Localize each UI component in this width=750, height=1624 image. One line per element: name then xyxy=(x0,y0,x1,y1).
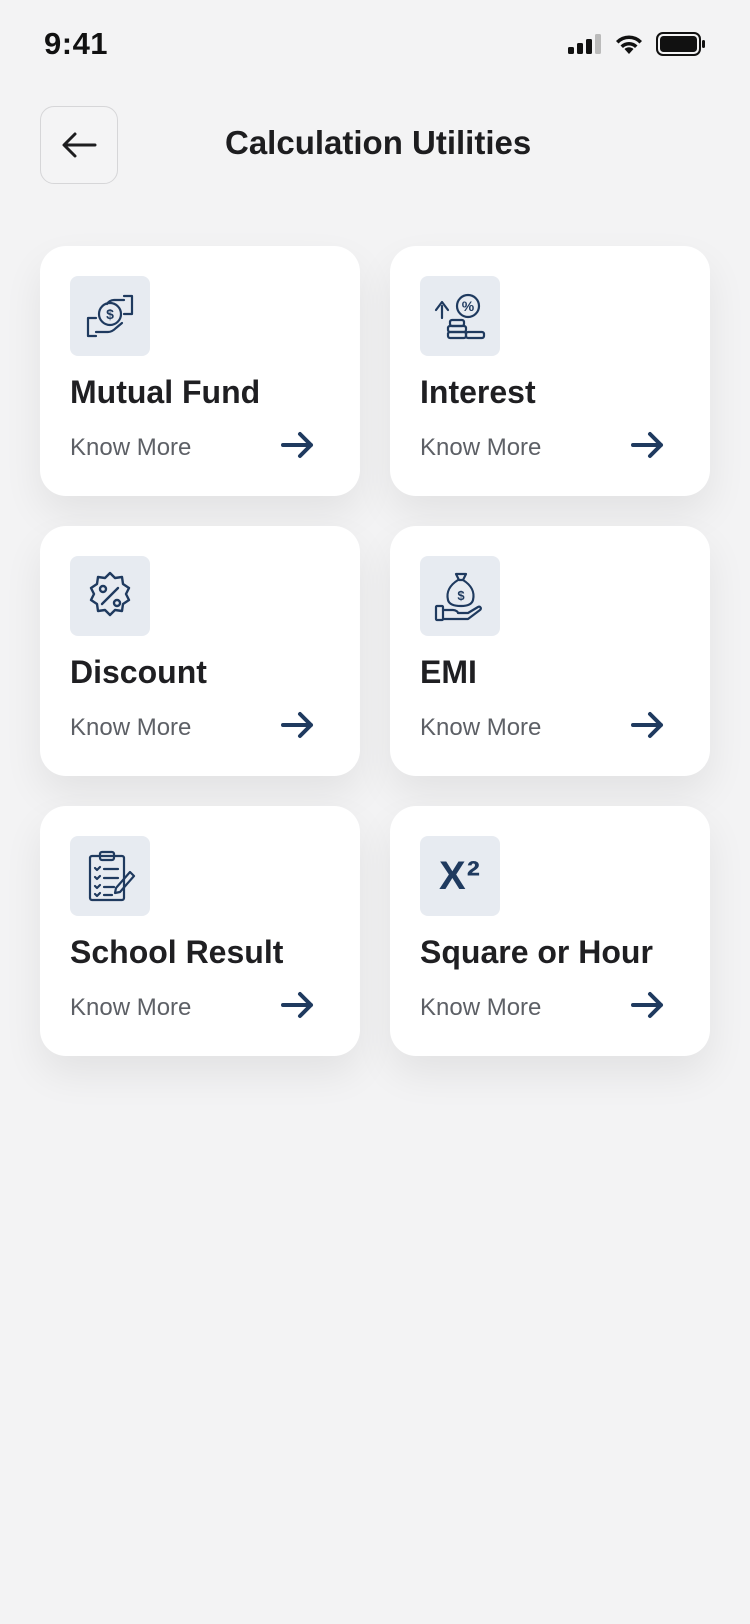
svg-text:%: % xyxy=(462,298,475,314)
battery-icon xyxy=(656,32,705,56)
card-title: School Result xyxy=(70,934,284,970)
page-title: Calculation Utilities xyxy=(225,124,532,161)
arrow-right-icon[interactable] xyxy=(630,710,666,740)
status-icons xyxy=(568,32,706,56)
header: Calculation Utilities xyxy=(0,106,750,186)
know-more-link[interactable]: Know More xyxy=(420,434,541,462)
interest-growth-icon: % xyxy=(420,276,500,356)
card-title: Mutual Fund xyxy=(70,374,261,410)
know-more-link[interactable]: Know More xyxy=(420,994,541,1022)
money-bag-hand-icon: $ xyxy=(420,556,500,636)
card-title: Interest xyxy=(420,374,536,410)
arrow-right-icon[interactable] xyxy=(280,710,316,740)
back-button[interactable] xyxy=(40,106,118,184)
card-title: Discount xyxy=(70,654,207,690)
clipboard-checklist-icon xyxy=(70,836,150,916)
discount-badge-icon xyxy=(70,556,150,636)
wifi-icon xyxy=(616,35,642,54)
card-title: EMI xyxy=(420,654,477,690)
card-emi[interactable]: $ EMI Know More xyxy=(390,526,710,776)
card-discount[interactable]: Discount Know More xyxy=(40,526,360,776)
status-time: 9:41 xyxy=(44,26,109,61)
signal-icon xyxy=(568,34,601,54)
arrow-left-icon xyxy=(62,132,97,158)
status-bar: 9:41 xyxy=(0,0,750,90)
arrow-right-icon[interactable] xyxy=(280,990,316,1020)
card-square-or-hour[interactable]: X² Square or Hour Know More xyxy=(390,806,710,1056)
know-more-link[interactable]: Know More xyxy=(70,994,191,1022)
know-more-link[interactable]: Know More xyxy=(70,434,191,462)
x-squared-glyph: X² xyxy=(439,853,481,898)
know-more-link[interactable]: Know More xyxy=(70,714,191,742)
svg-text:$: $ xyxy=(457,588,465,603)
card-interest[interactable]: % Interest Know More xyxy=(390,246,710,496)
svg-text:$: $ xyxy=(106,306,114,322)
card-school-result[interactable]: School Result Know More xyxy=(40,806,360,1056)
utilities-grid: $ Mutual Fund Know More % Interest Know … xyxy=(40,246,710,1056)
arrow-right-icon[interactable] xyxy=(630,990,666,1020)
know-more-link[interactable]: Know More xyxy=(420,714,541,742)
x-squared-icon: X² xyxy=(420,836,500,916)
arrow-right-icon[interactable] xyxy=(630,430,666,460)
card-title: Square or Hour xyxy=(420,934,653,970)
arrow-right-icon[interactable] xyxy=(280,430,316,460)
money-hand-icon: $ xyxy=(70,276,150,356)
card-mutual-fund[interactable]: $ Mutual Fund Know More xyxy=(40,246,360,496)
